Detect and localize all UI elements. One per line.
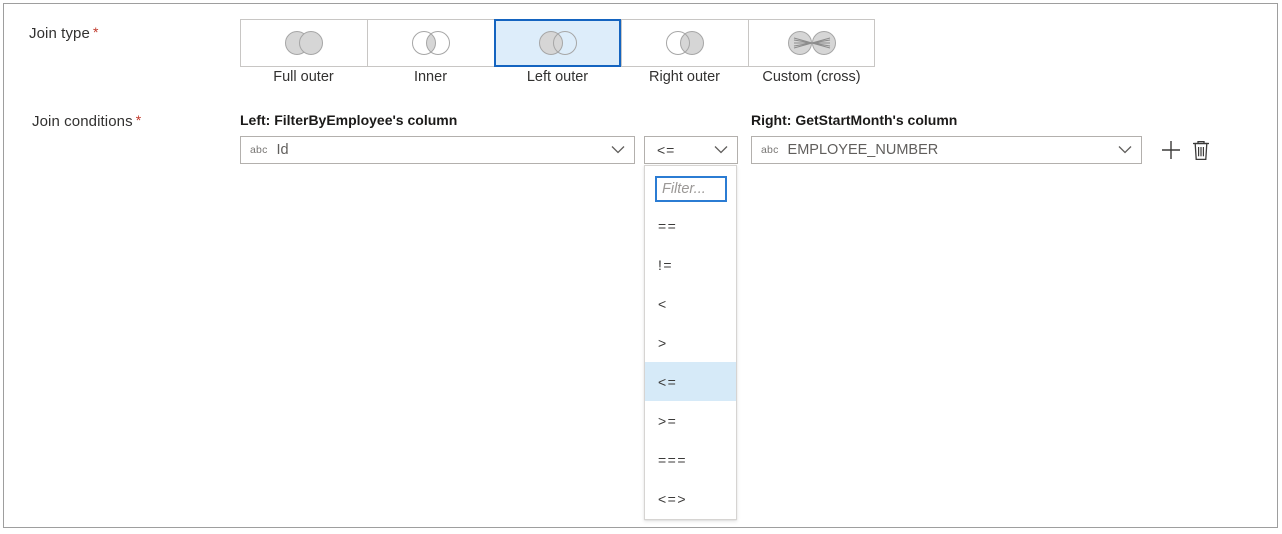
join-type-option-left-outer[interactable]: Left outer	[494, 19, 621, 85]
operator-option-lte[interactable]: <=	[645, 362, 736, 401]
panel-frame: Join type * Full outer Inner Left outer …	[3, 3, 1278, 528]
join-type-selector: Full outer Inner Left outer Right outer …	[240, 19, 875, 85]
join-type-option-right-outer-box[interactable]	[621, 19, 748, 67]
join-type-label: Join type *	[29, 25, 99, 42]
join-conditions-label: Join conditions *	[32, 113, 141, 130]
operator-option-spaceship[interactable]: <=>	[645, 479, 736, 518]
operator-dropdown-popup: == != < > <= >= === <=>	[644, 165, 737, 520]
join-type-option-right-outer-label: Right outer	[649, 69, 720, 85]
left-column-type-badge: abc	[250, 144, 268, 156]
trash-icon	[1193, 140, 1209, 160]
operator-option-eq[interactable]: ==	[645, 206, 736, 245]
join-type-option-inner-label: Inner	[413, 69, 448, 85]
join-type-option-full-outer-box[interactable]	[240, 19, 367, 67]
venn-full-outer-icon	[285, 31, 323, 55]
operator-value: <=	[657, 142, 676, 158]
operator-option-strict-eq[interactable]: ===	[645, 440, 736, 479]
right-column-type-badge: abc	[761, 144, 779, 156]
operator-option-lt[interactable]: <	[645, 284, 736, 323]
venn-left-outer-icon	[538, 31, 577, 55]
chevron-down-icon	[714, 141, 728, 159]
operator-option-gt[interactable]: >	[645, 323, 736, 362]
chevron-down-icon	[1118, 141, 1132, 159]
join-type-option-custom-cross[interactable]: Custom (cross)	[748, 19, 875, 85]
operator-filter-input[interactable]	[655, 176, 727, 202]
left-column-select[interactable]: abc Id	[240, 136, 635, 164]
right-column-value: EMPLOYEE_NUMBER	[787, 142, 939, 158]
operator-select[interactable]: <=	[644, 136, 738, 164]
join-conditions-label-text: Join conditions	[32, 113, 133, 130]
operator-option-neq[interactable]: !=	[645, 245, 736, 284]
delete-condition-button[interactable]	[1187, 135, 1215, 165]
left-column-value: Id	[276, 142, 289, 158]
right-column-title: Right: GetStartMonth's column	[751, 112, 958, 128]
join-conditions-required-asterisk: *	[135, 112, 142, 128]
add-condition-button[interactable]	[1157, 136, 1185, 164]
operator-filter-row	[645, 166, 736, 206]
venn-right-outer-icon	[666, 31, 704, 55]
join-type-label-text: Join type	[29, 25, 90, 42]
join-type-option-full-outer-label: Full outer	[273, 69, 334, 85]
join-type-option-left-outer-box[interactable]	[494, 19, 621, 67]
join-type-option-right-outer[interactable]: Right outer	[621, 19, 748, 85]
venn-custom-cross-icon	[787, 31, 836, 55]
join-type-option-left-outer-label: Left outer	[526, 69, 589, 85]
chevron-down-icon	[611, 141, 625, 159]
join-type-option-custom-cross-label: Custom (cross)	[762, 69, 861, 85]
join-settings-panel: Join type * Full outer Inner Left outer …	[0, 0, 1282, 534]
join-type-option-custom-cross-box[interactable]	[748, 19, 875, 67]
venn-inner-icon	[412, 31, 450, 55]
right-column-select[interactable]: abc EMPLOYEE_NUMBER	[751, 136, 1142, 164]
plus-icon	[1162, 141, 1180, 159]
join-type-required-asterisk: *	[92, 24, 99, 40]
join-type-option-inner-box[interactable]	[367, 19, 494, 67]
left-column-title: Left: FilterByEmployee's column	[240, 112, 458, 128]
join-type-option-full-outer[interactable]: Full outer	[240, 19, 367, 85]
operator-option-gte[interactable]: >=	[645, 401, 736, 440]
join-type-option-inner[interactable]: Inner	[367, 19, 494, 85]
